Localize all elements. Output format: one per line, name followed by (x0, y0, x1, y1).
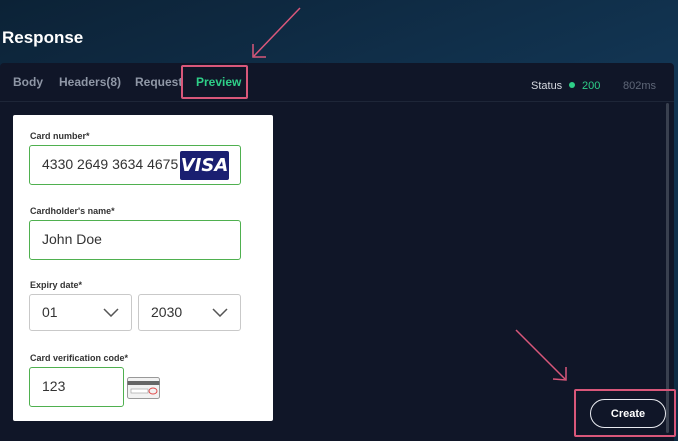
response-heading: Response (2, 28, 84, 47)
payment-form-preview: Card number* VISA Cardholder's name* Exp… (13, 115, 273, 421)
status-code: 200 (582, 80, 601, 92)
create-button[interactable]: Create (590, 399, 666, 428)
status-label: Status (531, 80, 563, 92)
expiry-year-select[interactable]: 2030 (138, 294, 241, 331)
status-dot-icon (569, 82, 575, 88)
response-time: 802ms (623, 80, 657, 92)
cvc-label: Card verification code* (30, 353, 129, 363)
tab-body[interactable]: Body (13, 75, 43, 89)
cvc-input[interactable] (42, 368, 123, 404)
expiry-month-select[interactable]: 01 (29, 294, 132, 331)
cardholder-field[interactable] (29, 220, 241, 260)
card-cvc-icon (127, 377, 160, 399)
cardholder-label: Cardholder's name* (30, 206, 115, 216)
arrow-icon (252, 7, 301, 58)
response-tabs: Body Headers(8) Request Preview Status 2… (0, 63, 674, 101)
cvc-field[interactable] (29, 367, 124, 407)
response-panel: Body Headers(8) Request Preview Status 2… (0, 63, 674, 441)
scrollbar[interactable] (666, 103, 669, 433)
expiry-month-value: 01 (42, 304, 58, 320)
tab-headers[interactable]: Headers(8) (59, 75, 121, 89)
tab-request[interactable]: Request (135, 75, 182, 89)
tabs-divider (0, 101, 674, 102)
cardholder-input[interactable] (42, 221, 240, 257)
visa-logo-icon: VISA (180, 151, 229, 180)
expiry-year-value: 2030 (151, 304, 183, 320)
tab-preview[interactable]: Preview (196, 75, 241, 89)
chevron-down-icon (103, 308, 119, 317)
expiry-label: Expiry date* (30, 280, 83, 290)
card-number-label: Card number* (30, 131, 90, 141)
card-number-field[interactable]: VISA (29, 145, 241, 185)
chevron-down-icon (212, 308, 228, 317)
